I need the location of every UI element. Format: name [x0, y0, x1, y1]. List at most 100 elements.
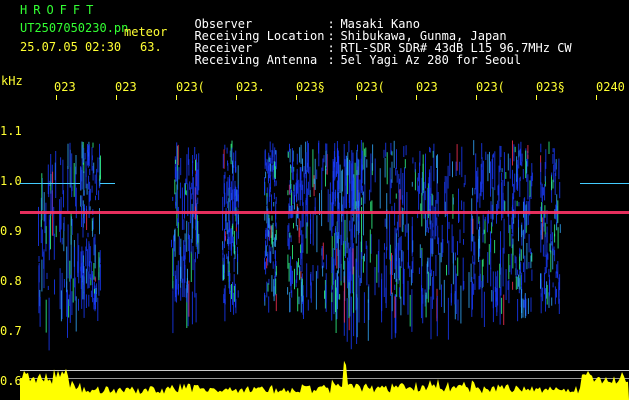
noise-streak — [333, 280, 335, 315]
noise-streak — [272, 222, 274, 240]
noise-streak — [472, 281, 473, 310]
noise-streak — [547, 253, 549, 260]
noise-streak — [322, 265, 324, 277]
noise-streak — [192, 170, 193, 177]
noise-streak — [501, 168, 503, 173]
noise-streak — [554, 173, 556, 195]
noise-streak — [174, 179, 176, 195]
noise-streak — [331, 257, 333, 274]
noise-streak — [194, 259, 196, 298]
noise-streak — [430, 296, 432, 340]
noise-streak — [492, 154, 494, 179]
noise-streak — [363, 292, 365, 323]
noise-streak — [519, 149, 521, 156]
noise-streak — [472, 218, 474, 235]
noise-streak — [411, 181, 413, 187]
signal-noise — [38, 140, 561, 351]
noise-streak — [389, 167, 391, 204]
noise-streak — [84, 152, 86, 160]
noise-streak — [514, 255, 516, 264]
noise-streak — [90, 290, 92, 298]
noise-streak — [463, 281, 465, 290]
noise-streak — [425, 213, 427, 236]
noise-streak — [494, 151, 496, 191]
noise-streak — [264, 184, 266, 192]
noise-streak — [303, 173, 305, 194]
noise-streak — [63, 279, 65, 288]
noise-streak — [70, 216, 72, 226]
noise-streak — [59, 199, 61, 232]
noise-streak — [347, 152, 349, 176]
noise-streak — [268, 278, 270, 285]
noise-streak — [316, 215, 318, 253]
noise-streak — [85, 294, 87, 308]
noise-streak — [97, 297, 99, 321]
info-antenna: Receiving Antenna:5el Yagi Az 280 for Se… — [180, 42, 521, 66]
meteor-label: meteor — [124, 25, 168, 39]
noise-streak — [187, 147, 189, 165]
noise-streak — [61, 237, 63, 245]
noise-streak — [357, 158, 359, 190]
info-key: Receiving Antenna — [194, 53, 318, 67]
noise-streak — [393, 140, 395, 168]
noise-streak — [317, 265, 319, 279]
noise-streak — [482, 258, 484, 267]
noise-streak — [88, 241, 90, 267]
noise-streak — [452, 161, 453, 178]
noise-streak — [296, 225, 298, 231]
noise-streak — [404, 224, 406, 237]
noise-streak — [310, 219, 311, 244]
noise-streak — [190, 251, 192, 282]
noise-streak — [230, 143, 232, 165]
noise-streak — [195, 211, 197, 241]
noise-streak — [552, 179, 554, 189]
noise-streak — [300, 271, 302, 279]
noise-streak — [440, 242, 442, 263]
noise-streak — [336, 161, 337, 176]
noise-streak — [530, 255, 532, 269]
noise-streak — [226, 147, 228, 154]
noise-streak — [60, 157, 62, 166]
noise-streak — [341, 169, 343, 192]
noise-streak — [226, 201, 228, 209]
noise-streak — [186, 220, 188, 252]
noise-streak — [88, 294, 90, 307]
noise-streak — [530, 248, 532, 255]
noise-streak — [378, 239, 380, 288]
noise-streak — [451, 224, 453, 253]
noise-streak — [180, 286, 182, 301]
noise-streak — [48, 297, 50, 351]
noise-streak — [383, 252, 385, 297]
x-tick-label: 023 — [416, 80, 438, 94]
noise-streak — [93, 237, 95, 256]
noise-streak — [46, 272, 48, 279]
noise-streak — [463, 201, 465, 233]
x-tick-mark — [356, 95, 357, 100]
noise-streak — [80, 251, 82, 278]
noise-streak — [350, 228, 352, 281]
noise-streak — [542, 287, 544, 302]
noise-streak — [433, 271, 435, 300]
noise-streak — [180, 266, 182, 288]
noise-streak — [411, 261, 413, 283]
noise-streak — [86, 183, 88, 195]
noise-streak — [192, 155, 194, 163]
noise-streak — [398, 238, 400, 278]
noise-streak — [229, 175, 231, 190]
noise-streak — [325, 143, 327, 151]
noise-streak — [419, 244, 421, 258]
noise-streak — [491, 204, 493, 227]
x-tick-mark — [56, 95, 57, 100]
noise-streak — [301, 180, 303, 191]
noise-streak — [289, 232, 291, 238]
noise-streak — [414, 169, 416, 191]
noise-streak — [552, 154, 554, 164]
noise-streak — [457, 241, 458, 256]
noise-streak — [390, 261, 392, 296]
level-reference-line — [20, 378, 629, 379]
noise-streak — [291, 166, 293, 173]
noise-streak — [237, 246, 238, 262]
noise-streak — [227, 263, 229, 276]
noise-streak — [397, 214, 399, 238]
noise-streak — [516, 200, 518, 207]
